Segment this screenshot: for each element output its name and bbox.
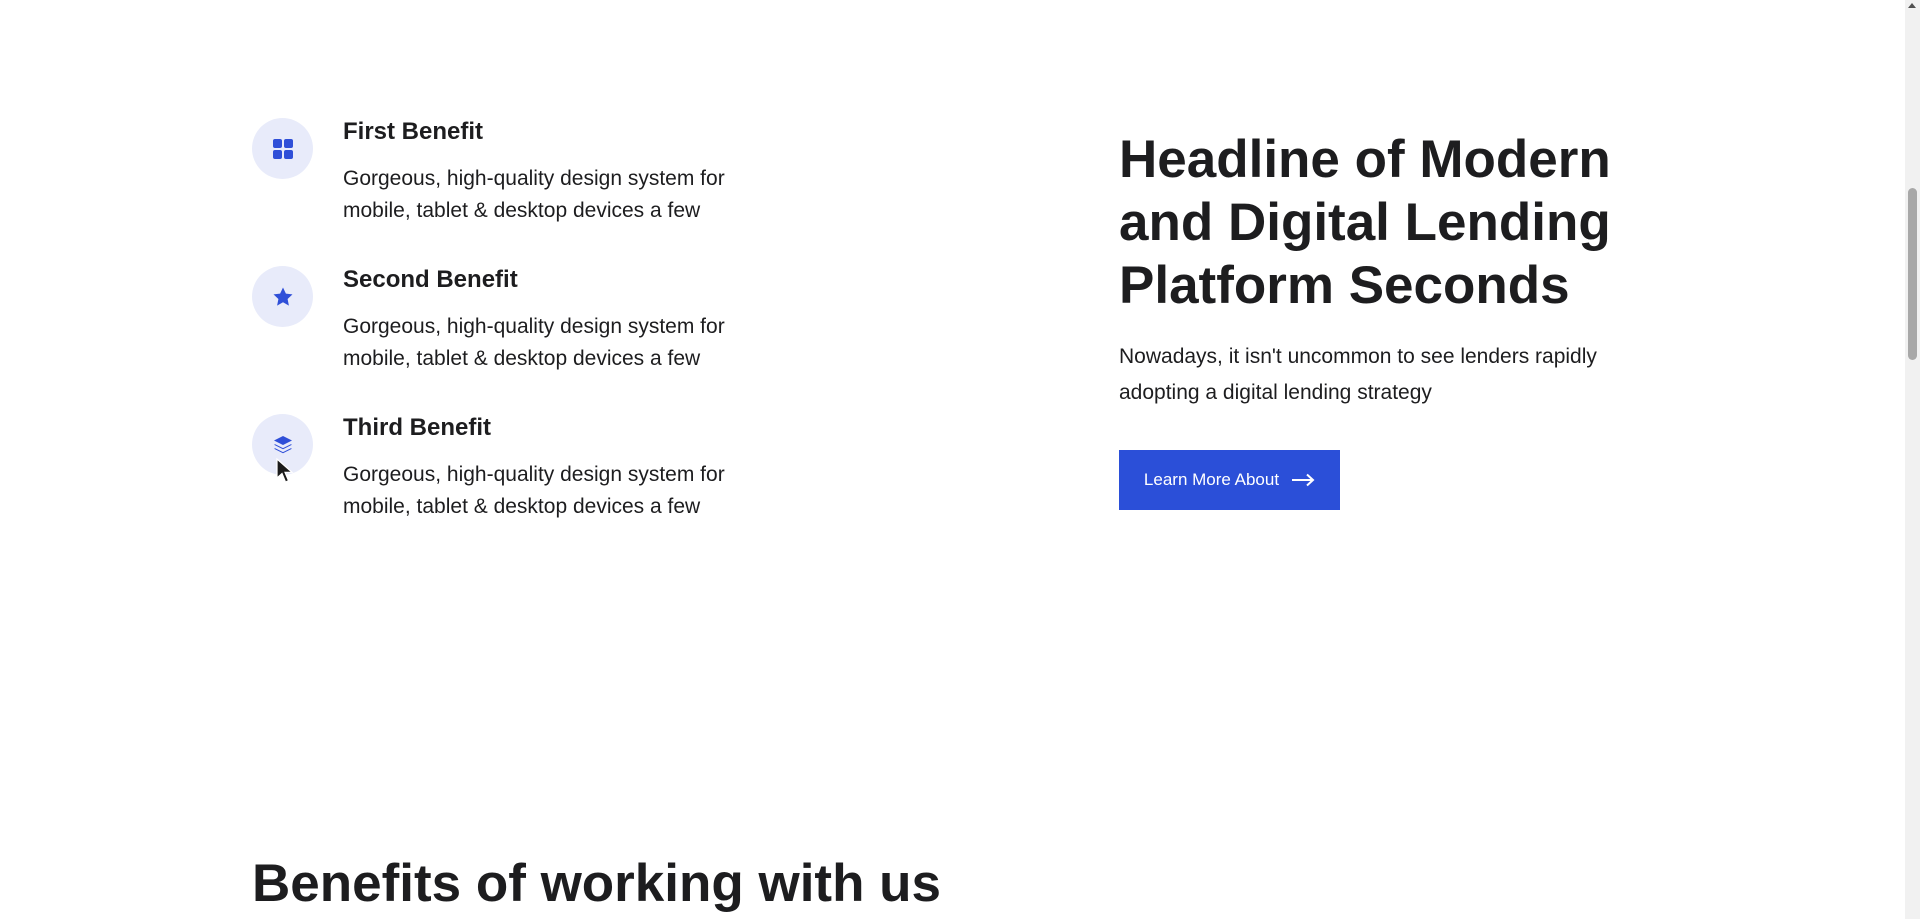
section-heading: Benefits of working with us (252, 854, 942, 913)
layers-icon (273, 435, 292, 453)
benefit-item-first: First Benefit Gorgeous, high-quality des… (252, 118, 772, 248)
arrow-right-icon (1292, 473, 1315, 487)
mouse-cursor-icon (276, 458, 294, 483)
benefit-icon-wrapper (252, 266, 313, 327)
hero-subtext: Nowadays, it isn't uncommon to see lende… (1119, 345, 1597, 404)
learn-more-button-label: Learn More About (1143, 470, 1280, 489)
grid-icon (272, 138, 293, 159)
benefit-description: Gorgeous, high-quality design system for… (343, 167, 725, 222)
star-icon (273, 287, 292, 306)
benefit-item-second: Second Benefit Gorgeous, high-quality de… (252, 266, 772, 396)
benefit-description: Gorgeous, high-quality design system for… (343, 315, 725, 370)
hero-headline: Headline of Modern and Digital Lending P… (1119, 130, 1611, 315)
learn-more-button[interactable]: Learn More About (1119, 450, 1340, 510)
vertical-scrollbar[interactable] (1905, 0, 1920, 919)
benefit-title: First Benefit (343, 118, 484, 145)
benefit-item-third: Third Benefit Gorgeous, high-quality des… (252, 414, 772, 544)
scroll-up-arrow-icon[interactable] (1908, 3, 1916, 8)
benefit-icon-wrapper (252, 118, 313, 179)
page: First Benefit Gorgeous, high-quality des… (0, 0, 1905, 919)
benefit-title: Third Benefit (343, 414, 491, 441)
benefit-description: Gorgeous, high-quality design system for… (343, 463, 725, 518)
scrollbar-thumb[interactable] (1908, 188, 1917, 360)
benefit-title: Second Benefit (343, 266, 518, 293)
